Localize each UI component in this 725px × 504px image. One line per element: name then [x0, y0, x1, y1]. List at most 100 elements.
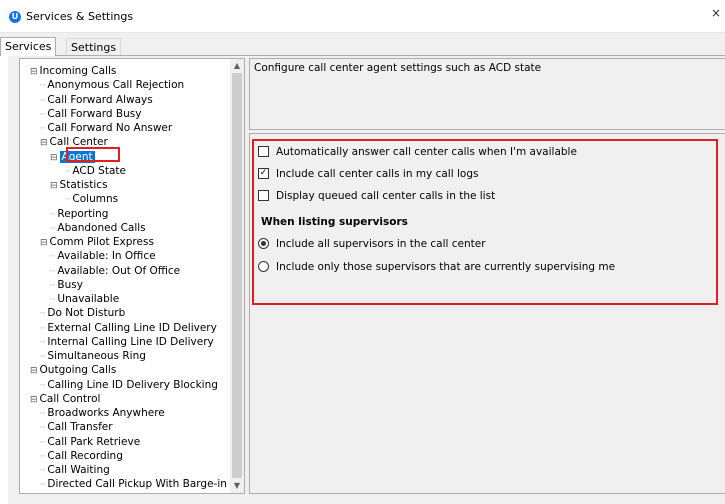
tree-connector: ┈	[40, 95, 46, 106]
tree-item-label: Columns	[72, 193, 119, 206]
tab-services[interactable]: Services	[0, 37, 57, 56]
tree-item[interactable]: ┈ Reporting	[50, 207, 108, 221]
tree-item[interactable]: ┈ Available: Out Of Office	[50, 264, 180, 278]
description-panel: Configure call center agent settings suc…	[249, 58, 725, 130]
tree-connector: ┈	[40, 466, 46, 476]
tree-item[interactable]: ┈ Calling Line ID Delivery Blocking	[40, 378, 218, 392]
tree-connector: ┈	[50, 266, 56, 277]
scroll-thumb[interactable]	[232, 73, 242, 478]
tab-strip: Services Settings	[0, 33, 725, 56]
collapse-icon[interactable]: ⊟	[30, 366, 38, 376]
tree-item[interactable]: ┈ Simultaneous Ring	[40, 349, 146, 363]
scroll-down-icon[interactable]: ▼	[230, 479, 244, 493]
tree-connector: ┈	[40, 81, 46, 92]
tree-item[interactable]: ┈ ACD State	[65, 164, 126, 178]
tree-item[interactable]: ┈ Call Recording	[40, 449, 123, 463]
collapse-icon[interactable]: ⊟	[30, 67, 38, 77]
tree-item-label: Incoming Calls	[39, 65, 117, 77]
tree-item[interactable]: ┈ Columns	[65, 192, 118, 206]
tree-item-label: Call Park Retrieve	[47, 435, 141, 448]
collapse-icon[interactable]: ⊟	[40, 238, 48, 248]
tree-item[interactable]: ┈ Call Forward No Answer	[40, 121, 172, 135]
tree-item-label: Do Not Disturb	[47, 307, 126, 320]
tree-item[interactable]: ┈ Call Forward Busy	[40, 107, 141, 121]
tree-item[interactable]: ⊟ Outgoing Calls	[30, 363, 116, 377]
tree-item[interactable]: ┈ Anonymous Call Rejection	[40, 78, 184, 92]
tree-item-label: Reporting	[57, 207, 109, 220]
tree-item-label: Abandoned Calls	[57, 221, 146, 234]
tree-items: ⊟ Incoming Calls ┈ Anonymous Call Rejection…	[20, 59, 230, 493]
tree-connector: ┈	[40, 423, 46, 434]
tree-item-label: Call Forward Busy	[47, 107, 142, 120]
tree-connector: ┈	[50, 252, 56, 263]
tree-item[interactable]: ┈ External Calling Line ID Delivery	[40, 321, 217, 335]
tree-item[interactable]: ⊟ Incoming Calls	[30, 64, 116, 78]
scroll-up-icon[interactable]: ▲	[230, 59, 244, 73]
tree-item-label: Call Control	[39, 392, 101, 405]
tree-item-label: ACD State	[72, 164, 126, 177]
description-text: Configure call center agent settings suc…	[254, 62, 542, 74]
collapse-icon[interactable]: ⊟	[50, 153, 58, 163]
tree-connector: ┈	[40, 337, 46, 348]
tree-item-label: Calling Line ID Delivery Blocking	[47, 378, 218, 391]
tree-item-label: Call Forward No Answer	[47, 122, 173, 134]
tree-connector: ┈	[40, 109, 46, 120]
tree-item-label: Internal Calling Line ID Delivery	[47, 335, 214, 348]
tree-connector: ┈	[40, 437, 46, 448]
collapse-icon[interactable]: ⊟	[50, 181, 58, 191]
tree-item[interactable]: ┈ Broadworks Anywhere	[40, 406, 165, 420]
tree-connector: ┈	[40, 451, 46, 462]
tree-item[interactable]: ┈ Unavailable	[50, 292, 119, 306]
tree-item-label: External Calling Line ID Delivery	[47, 321, 217, 334]
settings-highlight-box	[252, 139, 718, 305]
tree-item-label: Comm Pilot Express	[49, 236, 154, 248]
window-title: Services & Settings	[26, 10, 134, 23]
tree-item[interactable]: ┈ Directed Call Pickup With Barge-in	[40, 477, 227, 491]
tree-item[interactable]: ⊟ Statistics	[50, 178, 108, 192]
tree-item[interactable]: ⊟ Call Control	[30, 392, 100, 406]
tree-connector: ┈	[65, 195, 71, 206]
tree-connector: ┈	[50, 209, 56, 220]
title-bar: U Services & Settings ×	[0, 0, 725, 33]
tree-connector: ┈	[40, 309, 46, 320]
tree-item-label: Simultaneous Ring	[47, 350, 146, 362]
tree-item[interactable]: ┈ Internal Calling Line ID Delivery	[40, 335, 214, 349]
tree-item-label: Call Forward Always	[47, 93, 153, 106]
tree-item[interactable]: ┈ Abandoned Calls	[50, 221, 146, 235]
tree-connector: ┈	[50, 280, 56, 291]
tree-item[interactable]: ┈ Call Forward Always	[40, 93, 153, 107]
tree-item[interactable]: ┈ Available: In Office	[50, 249, 156, 263]
tree-connector: ┈	[40, 409, 46, 419]
tree-item[interactable]: ⊟ Comm Pilot Express	[40, 235, 154, 249]
collapse-icon[interactable]: ⊟	[30, 395, 38, 405]
tree-item[interactable]: ┈ Call Waiting	[40, 463, 110, 477]
tree-item-label: Call Recording	[47, 449, 123, 462]
tree-item-label: Busy	[57, 278, 83, 291]
tree-item[interactable]: ┈ Do Not Disturb	[40, 306, 125, 320]
tab-settings[interactable]: Settings	[66, 38, 122, 55]
tree-item-label: Statistics	[59, 179, 108, 191]
tree-item[interactable]: ┈ Call Transfer	[40, 420, 113, 434]
tree-item-label: Outgoing Calls	[39, 364, 117, 377]
tree-connector: ┈	[50, 295, 56, 305]
tree-item-label: Directed Call Pickup With Barge-in	[47, 478, 227, 491]
tree-item-label: Call Waiting	[47, 464, 110, 476]
tree-connector: ┈	[40, 323, 46, 334]
tree-item[interactable]: ┈ Call Park Retrieve	[40, 435, 140, 449]
services-tree[interactable]: ⊟ Incoming Calls ┈ Anonymous Call Rejection…	[19, 58, 245, 494]
tree-item-label: Available: In Office	[57, 250, 156, 263]
tree-connector: ┈	[40, 124, 46, 134]
tree-connector: ┈	[50, 223, 56, 234]
tree-item-label: Anonymous Call Rejection	[47, 79, 185, 92]
tree-item-label: Unavailable	[57, 293, 120, 305]
tree-item[interactable]: ┈ Busy	[50, 278, 83, 292]
tree-connector: ┈	[40, 480, 46, 491]
agent-highlight-box	[66, 147, 120, 162]
tree-scrollbar[interactable]: ▲ ▼	[230, 59, 244, 493]
close-icon[interactable]: ×	[711, 6, 725, 26]
collapse-icon[interactable]: ⊟	[40, 138, 48, 148]
tree-item-label: Call Transfer	[47, 421, 113, 434]
tree-connector: ┈	[40, 380, 46, 391]
app-logo-icon: U	[9, 11, 21, 23]
tree-connector: ┈	[40, 352, 46, 362]
